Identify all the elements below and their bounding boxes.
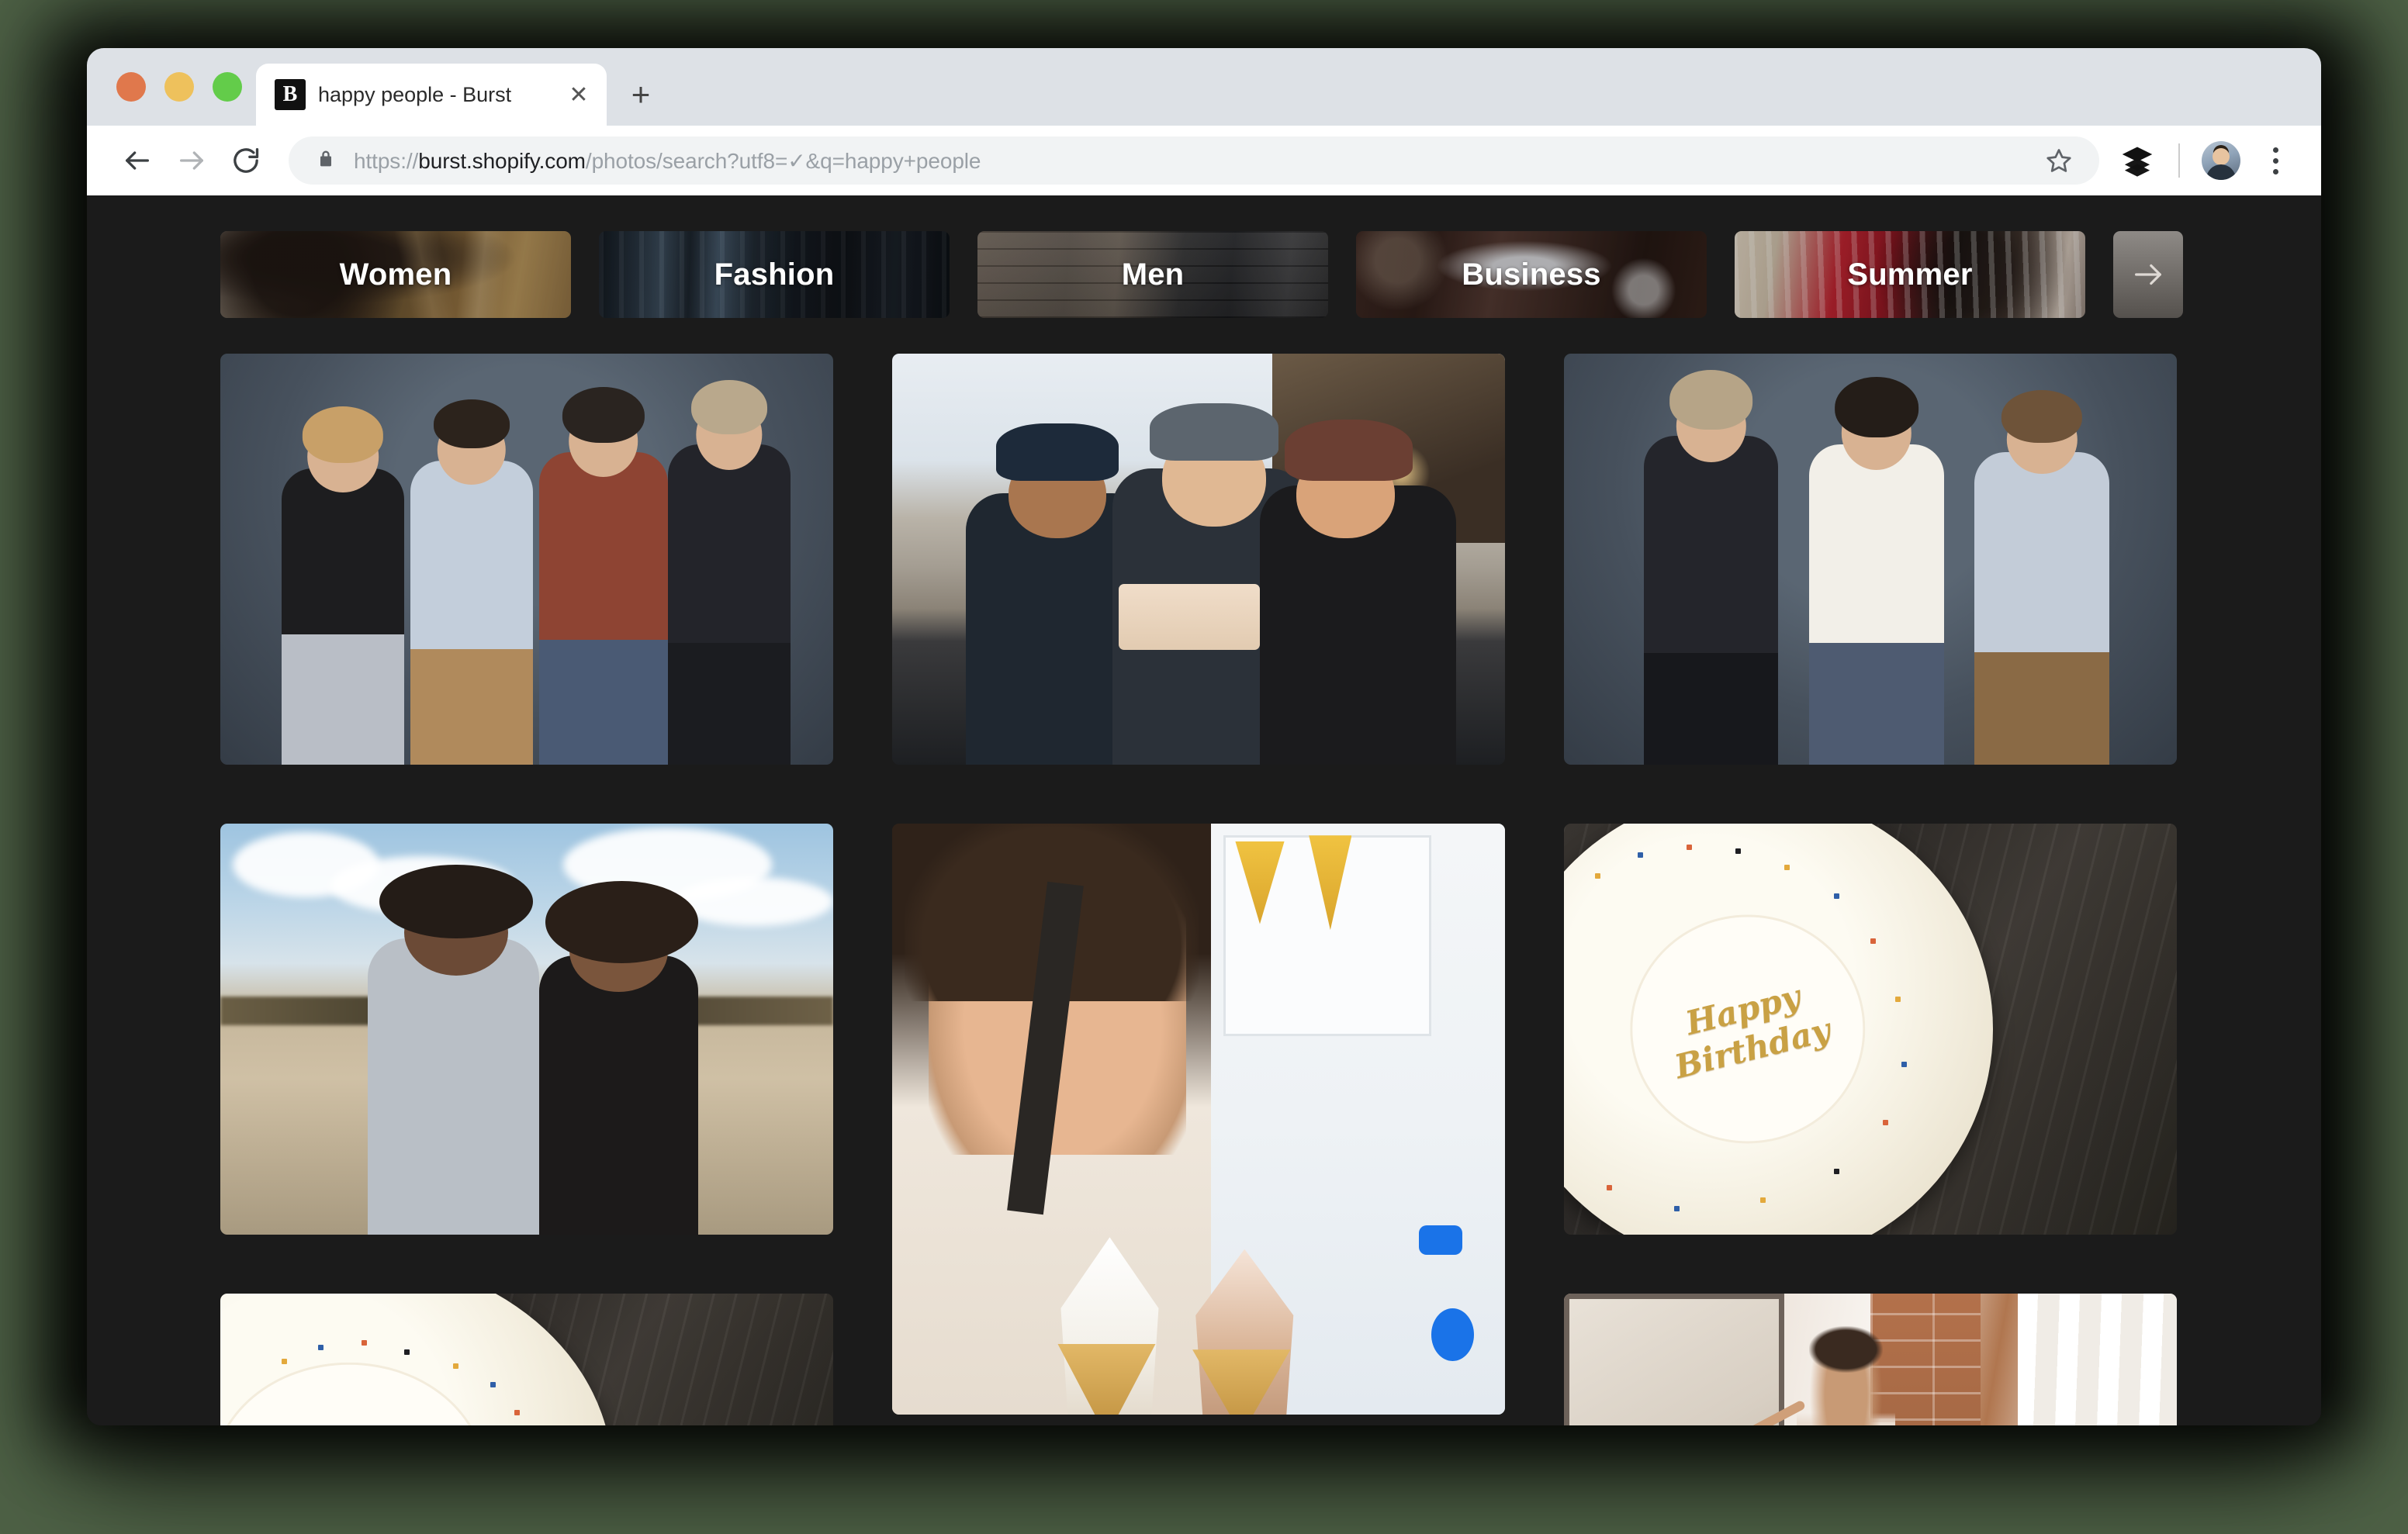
burst-favicon: B: [275, 79, 306, 110]
star-icon[interactable]: [2045, 147, 2073, 174]
photo-grid: Happy Birthday: [87, 318, 2321, 1425]
new-tab-button[interactable]: +: [616, 64, 666, 126]
user-avatar[interactable]: [2197, 136, 2245, 185]
minimize-window-button[interactable]: [164, 72, 194, 102]
forward-arrow-icon[interactable]: [168, 136, 216, 185]
photo-card[interactable]: [892, 824, 1505, 1415]
category-tile-fashion[interactable]: Fashion: [599, 231, 950, 318]
photo-card[interactable]: Happy Birthday: [1564, 824, 2177, 1235]
photo-card[interactable]: Happy Birthday: [220, 1294, 833, 1425]
photo-column-2: [892, 354, 1505, 1425]
maximize-window-button[interactable]: [213, 72, 242, 102]
photo-card[interactable]: [220, 354, 833, 765]
page-viewport: Women Fashion Men Business Summer Happy …: [87, 195, 2321, 1425]
tab-strip: B happy people - Burst ✕ +: [87, 48, 2321, 126]
address-bar[interactable]: https://burst.shopify.com/photos/search?…: [289, 136, 2099, 185]
category-tile-women[interactable]: Women: [220, 231, 571, 318]
photo-column-1: Happy Birthday: [220, 354, 833, 1425]
category-label: Fashion: [714, 257, 835, 292]
lock-icon: [315, 148, 337, 174]
category-tile-men[interactable]: Men: [977, 231, 1328, 318]
window-traffic-lights: [109, 48, 256, 126]
address-bar-url: https://burst.shopify.com/photos/search?…: [354, 148, 981, 173]
browser-tab[interactable]: B happy people - Burst ✕: [256, 64, 607, 126]
back-arrow-icon[interactable]: [113, 136, 161, 185]
three-dot-menu-icon[interactable]: [2251, 136, 2299, 185]
browser-toolbar: https://burst.shopify.com/photos/search?…: [87, 126, 2321, 195]
close-window-button[interactable]: [116, 72, 146, 102]
category-label: Women: [339, 257, 452, 292]
photo-card[interactable]: [1564, 1294, 2177, 1425]
photo-card[interactable]: [220, 824, 833, 1235]
photo-column-3: Happy Birthday: [1564, 354, 2177, 1425]
reload-icon[interactable]: [222, 136, 270, 185]
category-tile-summer[interactable]: Summer: [1735, 231, 2085, 318]
category-tile-business[interactable]: Business: [1356, 231, 1707, 318]
photo-card[interactable]: [1564, 354, 2177, 765]
category-label: Men: [1121, 257, 1185, 292]
browser-window: B happy people - Burst ✕ + https://burst…: [87, 48, 2321, 1425]
close-tab-icon[interactable]: ✕: [565, 81, 593, 109]
category-nav: Women Fashion Men Business Summer: [87, 195, 2321, 318]
layers-icon[interactable]: [2113, 136, 2161, 185]
photo-card[interactable]: [892, 354, 1505, 765]
category-label: Summer: [1847, 257, 1973, 292]
toolbar-divider: [2178, 143, 2180, 178]
category-next-arrow-icon[interactable]: [2113, 231, 2183, 318]
tab-title: happy people - Burst: [318, 82, 512, 106]
category-label: Business: [1462, 257, 1601, 292]
